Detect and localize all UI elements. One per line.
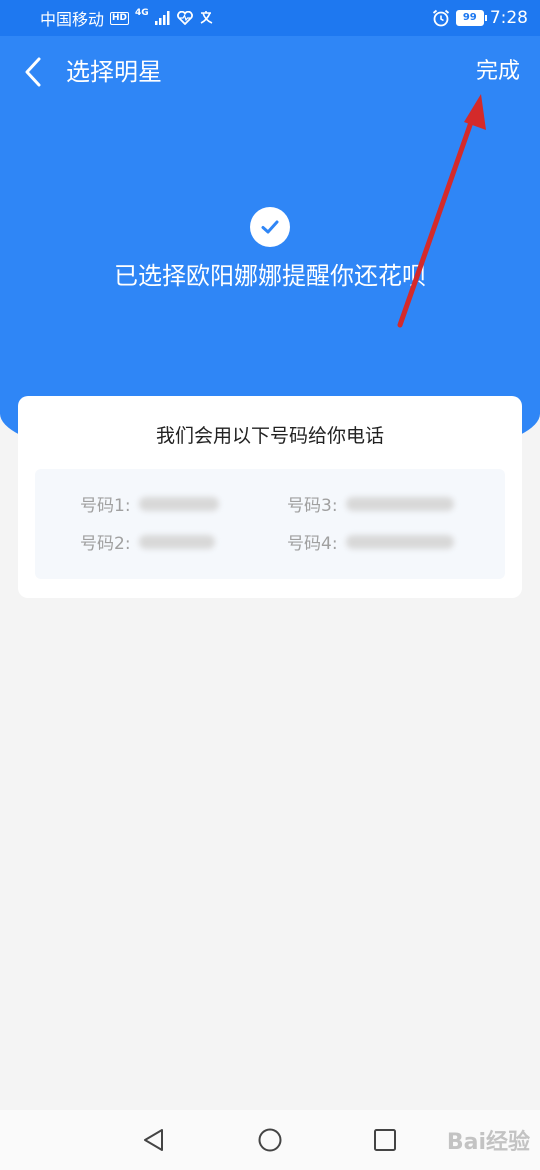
done-button[interactable]: 完成 (476, 56, 520, 88)
baidu-watermark-logo: Bai经验 (410, 1116, 530, 1164)
page-title: 选择明星 (66, 58, 162, 86)
number-item-1: 号码1: (80, 491, 219, 516)
selection-message: 已选择欧阳娜娜提醒你还花呗 (114, 262, 426, 290)
alarm-clock-icon (432, 9, 449, 27)
status-left: 中国移动 HD 4G (40, 6, 215, 30)
success-check-badge (250, 207, 290, 247)
back-arrow-icon[interactable] (18, 56, 48, 88)
watermark-text: Bai经验 (446, 1130, 530, 1155)
health-heart-icon (176, 11, 193, 25)
number-value-blurred (138, 534, 215, 549)
number-value-blurred (345, 534, 454, 549)
card-title: 我们会用以下号码给你电话 (155, 425, 384, 447)
number-item-4: 号码4: (287, 529, 454, 554)
network-type: 4G (135, 7, 149, 18)
number-item-3: 号码3: (287, 491, 454, 516)
nav-back-icon[interactable] (140, 1126, 168, 1154)
status-right: 99 7:28 (432, 8, 528, 28)
battery-indicator: 99 (455, 10, 487, 26)
number-value-blurred (138, 496, 219, 511)
nav-home-icon[interactable] (256, 1126, 284, 1154)
phone-numbers-card: 我们会用以下号码给你电话 号码1: 号码2: 号码3: 号码4: (18, 396, 522, 598)
nav-bar: 选择明星 完成 (0, 36, 540, 108)
number-value-blurred (345, 496, 454, 511)
nav-recents-icon[interactable] (371, 1126, 399, 1154)
translate-icon (200, 11, 213, 24)
number-label-2: 号码2: (80, 534, 131, 554)
number-label-4: 号码4: (287, 534, 338, 554)
number-label-1: 号码1: (80, 496, 131, 516)
carrier-name: 中国移动 (40, 10, 105, 29)
number-item-2: 号码2: (80, 529, 215, 554)
status-time: 7:28 (489, 8, 528, 28)
status-bar: 中国移动 HD 4G 99 7:28 (0, 0, 540, 36)
numbers-list: 号码1: 号码2: 号码3: 号码4: (35, 469, 505, 579)
number-label-3: 号码3: (287, 496, 338, 516)
signal-icon (154, 11, 170, 25)
checkmark-icon (261, 220, 279, 234)
hd-badge: HD (110, 11, 130, 25)
